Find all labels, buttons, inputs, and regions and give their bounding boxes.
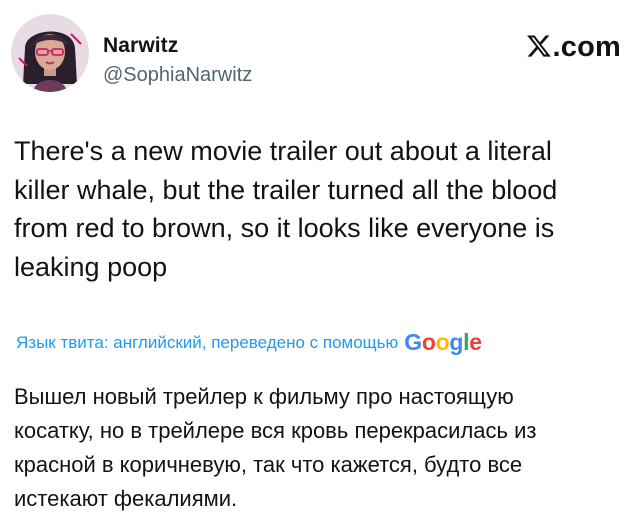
avatar-illustration — [11, 14, 89, 92]
x-com-brand: .com — [526, 30, 622, 64]
translated-tweet-text: Вышел новый трейлер к фильму про настоящ… — [14, 384, 537, 511]
translation-note[interactable]: Язык твита: английский, переведено с пом… — [16, 333, 398, 353]
avatar[interactable] — [11, 14, 89, 92]
author-display-name[interactable]: Narwitz — [103, 34, 252, 58]
google-letter: G — [404, 328, 422, 355]
google-letter: e — [469, 328, 482, 355]
author-handle[interactable]: @SophiaNarwitz — [103, 62, 252, 88]
tweet-text: There's a new movie trailer out about a … — [14, 136, 558, 282]
author-names: Narwitz @SophiaNarwitz — [103, 34, 252, 88]
google-letter: o — [435, 328, 450, 355]
translation-attribution[interactable]: Язык твита: английский, переведено с пом… — [16, 327, 616, 359]
brand-domain-text: .com — [552, 31, 621, 63]
google-letter: g — [449, 328, 464, 355]
x-logo-icon — [526, 33, 552, 59]
tweet-header: Narwitz @SophiaNarwitz .com — [11, 14, 621, 94]
google-logo: Google — [404, 328, 482, 356]
tweet-card: Narwitz @SophiaNarwitz .com There's a ne… — [0, 0, 640, 525]
google-letter: o — [421, 328, 436, 355]
